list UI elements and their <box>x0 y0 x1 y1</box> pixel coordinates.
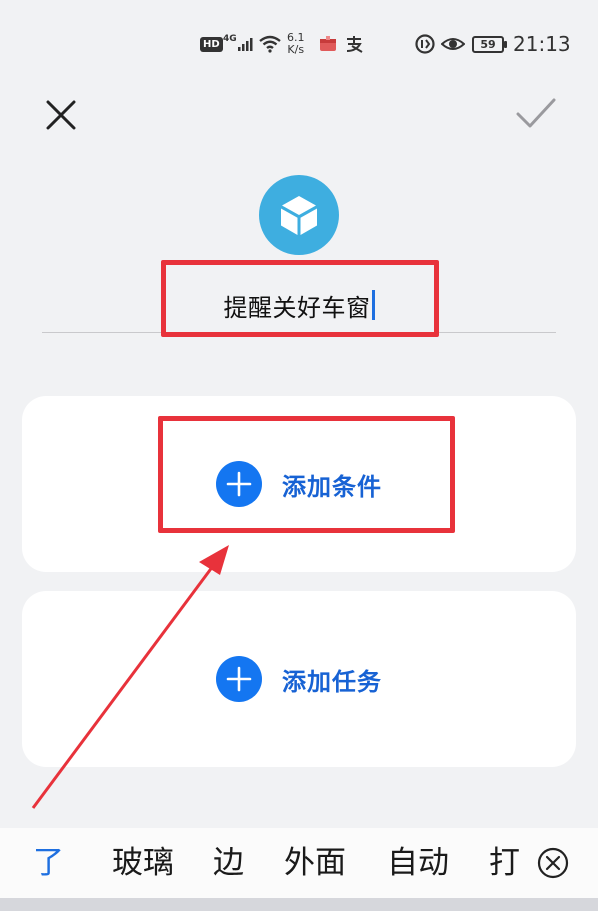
hd-indicator: HD <box>200 22 223 66</box>
keyboard-suggestion-bar: 了 玻璃 边 外面 自动 打 <box>0 828 598 898</box>
battery-indicator: 59 <box>472 22 507 66</box>
hd-badge: HD <box>200 36 223 52</box>
annotation-box-name <box>161 260 439 337</box>
scene-icon-button[interactable] <box>259 175 339 255</box>
suggestion-item[interactable]: 边 <box>213 828 244 898</box>
cube-icon <box>281 196 317 235</box>
net-speed-unit: K/s <box>287 43 305 56</box>
add-task-label: 添加任务 <box>282 667 382 696</box>
collapse-suggestions-button[interactable] <box>536 846 570 880</box>
clock-time: 21:13 <box>513 32 571 56</box>
suggestion-item[interactable]: 了 <box>33 828 64 898</box>
suggestion-item[interactable]: 打 <box>489 828 520 898</box>
clock: 21:13 <box>513 22 571 66</box>
net-speed: 6.1 K/s <box>287 22 305 66</box>
suggestion-item[interactable]: 自动 <box>387 828 449 898</box>
eye-comfort-icon <box>441 22 465 66</box>
suggestion-item[interactable]: 玻璃 <box>112 828 174 898</box>
cellular-signal-icon: 4G <box>223 22 255 66</box>
suggestion-item[interactable]: 外面 <box>284 828 346 898</box>
battery-level: 59 <box>472 35 507 53</box>
app-notification-icon <box>318 22 338 66</box>
add-task-button[interactable]: 添加任务 <box>216 656 382 702</box>
do-not-disturb-icon <box>414 22 436 66</box>
network-type: 4G <box>223 34 237 44</box>
check-icon <box>516 98 556 128</box>
annotation-box-condition <box>158 416 455 533</box>
status-bar: HD 4G 6.1 K/s 59 21:13 <box>0 22 598 66</box>
task-card: 添加任务 <box>22 591 576 767</box>
plus-icon <box>216 656 262 702</box>
confirm-button[interactable] <box>512 90 560 138</box>
close-button[interactable] <box>40 94 82 136</box>
wifi-icon <box>258 22 282 66</box>
alipay-icon <box>344 22 364 66</box>
keyboard-top-edge <box>0 898 598 911</box>
close-icon <box>46 100 76 130</box>
circle-x-icon <box>537 847 569 879</box>
